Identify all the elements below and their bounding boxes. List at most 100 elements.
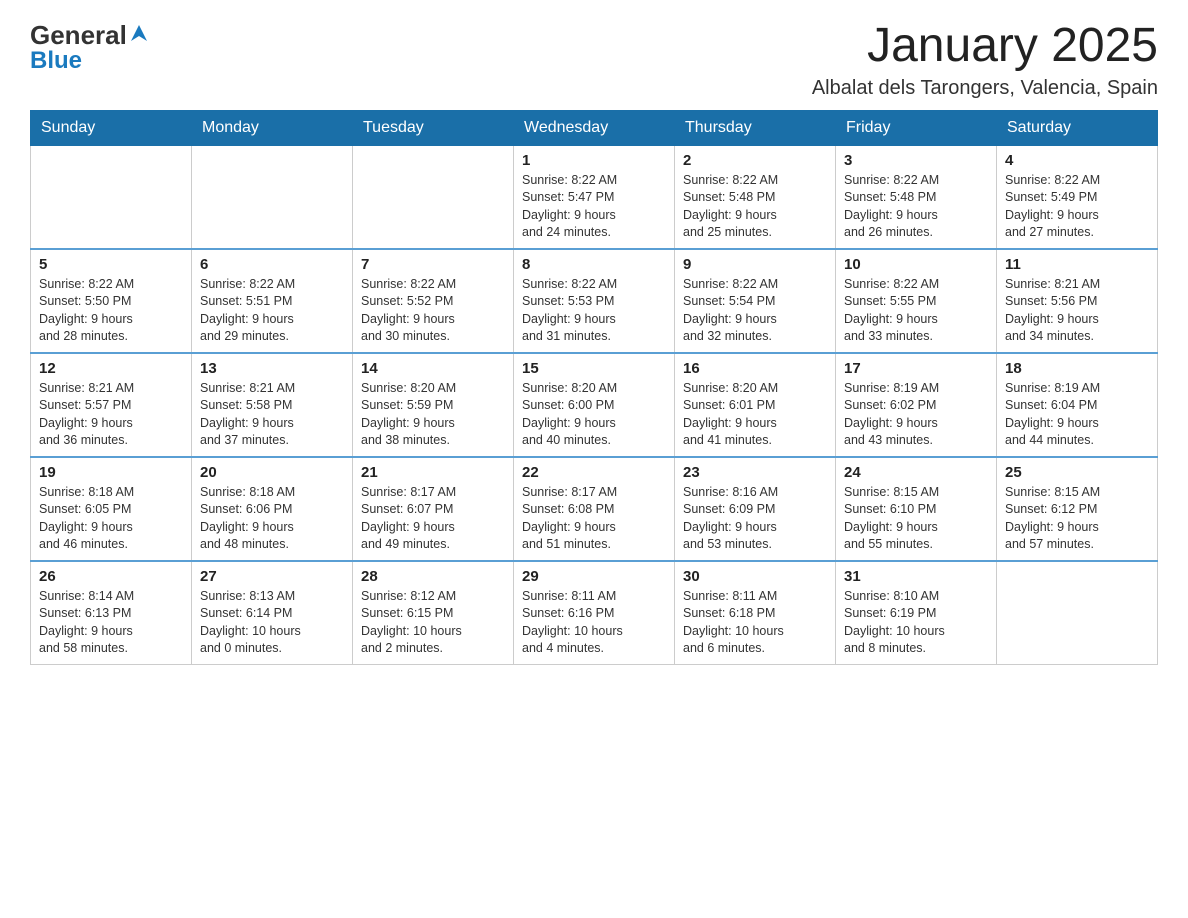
day-number: 5 [39, 256, 183, 273]
day-info: Sunrise: 8:20 AM Sunset: 6:00 PM Dayligh… [522, 381, 617, 448]
day-number: 12 [39, 360, 183, 377]
day-number: 10 [844, 256, 988, 273]
day-info: Sunrise: 8:11 AM Sunset: 6:18 PM Dayligh… [683, 589, 784, 656]
day-number: 13 [200, 360, 344, 377]
day-info: Sunrise: 8:20 AM Sunset: 5:59 PM Dayligh… [361, 381, 456, 448]
day-info: Sunrise: 8:12 AM Sunset: 6:15 PM Dayligh… [361, 589, 462, 656]
calendar-day-cell [31, 145, 192, 249]
day-info: Sunrise: 8:20 AM Sunset: 6:01 PM Dayligh… [683, 381, 778, 448]
calendar-day-cell: 1 Sunrise: 8:22 AM Sunset: 5:47 PM Daylig… [514, 145, 675, 249]
day-number: 24 [844, 464, 988, 481]
calendar-week-row: 5 Sunrise: 8:22 AM Sunset: 5:50 PM Daylig… [31, 249, 1158, 353]
day-info: Sunrise: 8:19 AM Sunset: 6:04 PM Dayligh… [1005, 381, 1100, 448]
calendar-day-cell [192, 145, 353, 249]
day-info: Sunrise: 8:22 AM Sunset: 5:49 PM Dayligh… [1005, 173, 1100, 240]
calendar-day-header: Friday [836, 110, 997, 145]
calendar-day-cell: 3Sunrise: 8:22 AM Sunset: 5:48 PM Daylig… [836, 145, 997, 249]
calendar-day-cell: 23 Sunrise: 8:16 AM Sunset: 6:09 PM Dayli… [675, 457, 836, 561]
calendar-day-cell: 11 Sunrise: 8:21 AM Sunset: 5:56 PM Dayli… [997, 249, 1158, 353]
calendar-day-cell [997, 561, 1158, 665]
calendar-day-cell: 4Sunrise: 8:22 AM Sunset: 5:49 PM Daylig… [997, 145, 1158, 249]
calendar-day-cell: 7 Sunrise: 8:22 AM Sunset: 5:52 PM Daylig… [353, 249, 514, 353]
day-info: Sunrise: 8:22 AM Sunset: 5:48 PM Dayligh… [844, 173, 939, 240]
day-number: 30 [683, 568, 827, 585]
calendar-day-cell: 10Sunrise: 8:22 AM Sunset: 5:55 PM Dayli… [836, 249, 997, 353]
day-info: Sunrise: 8:22 AM Sunset: 5:51 PM Dayligh… [200, 277, 295, 344]
day-number: 7 [361, 256, 505, 273]
calendar-day-cell: 9 Sunrise: 8:22 AM Sunset: 5:54 PM Daylig… [675, 249, 836, 353]
day-number: 27 [200, 568, 344, 585]
calendar-week-row: 26 Sunrise: 8:14 AM Sunset: 6:13 PM Dayli… [31, 561, 1158, 665]
calendar-week-row: 12 Sunrise: 8:21 AM Sunset: 5:57 PM Dayli… [31, 353, 1158, 457]
calendar-day-cell [353, 145, 514, 249]
calendar-day-cell: 25 Sunrise: 8:15 AM Sunset: 6:12 PM Dayli… [997, 457, 1158, 561]
logo: General Blue [30, 20, 150, 75]
day-info: Sunrise: 8:18 AM Sunset: 6:06 PM Dayligh… [200, 485, 295, 552]
calendar-day-cell: 8Sunrise: 8:22 AM Sunset: 5:53 PM Daylig… [514, 249, 675, 353]
calendar-day-header: Saturday [997, 110, 1158, 145]
calendar-day-header: Tuesday [353, 110, 514, 145]
day-info: Sunrise: 8:22 AM Sunset: 5:52 PM Dayligh… [361, 277, 456, 344]
day-info: Sunrise: 8:19 AM Sunset: 6:02 PM Dayligh… [844, 381, 939, 448]
day-info: Sunrise: 8:21 AM Sunset: 5:58 PM Dayligh… [200, 381, 295, 448]
day-number: 1 [522, 152, 666, 169]
calendar-day-cell: 18 Sunrise: 8:19 AM Sunset: 6:04 PM Dayli… [997, 353, 1158, 457]
day-number: 22 [522, 464, 666, 481]
calendar-day-cell: 28 Sunrise: 8:12 AM Sunset: 6:15 PM Dayli… [353, 561, 514, 665]
day-info: Sunrise: 8:16 AM Sunset: 6:09 PM Dayligh… [683, 485, 778, 552]
day-info: Sunrise: 8:17 AM Sunset: 6:08 PM Dayligh… [522, 485, 617, 552]
calendar-header-row: SundayMondayTuesdayWednesdayThursdayFrid… [31, 110, 1158, 145]
day-number: 19 [39, 464, 183, 481]
calendar-day-cell: 19 Sunrise: 8:18 AM Sunset: 6:05 PM Dayli… [31, 457, 192, 561]
calendar-day-cell: 27 Sunrise: 8:13 AM Sunset: 6:14 PM Dayli… [192, 561, 353, 665]
day-info: Sunrise: 8:22 AM Sunset: 5:47 PM Dayligh… [522, 173, 617, 240]
day-number: 18 [1005, 360, 1149, 377]
day-info: Sunrise: 8:22 AM Sunset: 5:54 PM Dayligh… [683, 277, 778, 344]
calendar-day-header: Monday [192, 110, 353, 145]
day-number: 26 [39, 568, 183, 585]
day-number: 8 [522, 256, 666, 273]
calendar-day-header: Thursday [675, 110, 836, 145]
day-info: Sunrise: 8:22 AM Sunset: 5:48 PM Dayligh… [683, 173, 778, 240]
day-number: 2 [683, 152, 827, 169]
calendar-day-cell: 22 Sunrise: 8:17 AM Sunset: 6:08 PM Dayli… [514, 457, 675, 561]
day-number: 28 [361, 568, 505, 585]
day-number: 23 [683, 464, 827, 481]
day-number: 31 [844, 568, 988, 585]
calendar-day-cell: 21Sunrise: 8:17 AM Sunset: 6:07 PM Dayli… [353, 457, 514, 561]
calendar-week-row: 19 Sunrise: 8:18 AM Sunset: 6:05 PM Dayli… [31, 457, 1158, 561]
calendar-day-cell: 12 Sunrise: 8:21 AM Sunset: 5:57 PM Dayli… [31, 353, 192, 457]
day-number: 15 [522, 360, 666, 377]
calendar-day-cell: 5 Sunrise: 8:22 AM Sunset: 5:50 PM Daylig… [31, 249, 192, 353]
calendar-day-cell: 2 Sunrise: 8:22 AM Sunset: 5:48 PM Daylig… [675, 145, 836, 249]
day-info: Sunrise: 8:14 AM Sunset: 6:13 PM Dayligh… [39, 589, 134, 656]
day-number: 6 [200, 256, 344, 273]
calendar-table: SundayMondayTuesdayWednesdayThursdayFrid… [30, 110, 1158, 665]
calendar-day-cell: 16Sunrise: 8:20 AM Sunset: 6:01 PM Dayli… [675, 353, 836, 457]
calendar-day-cell: 13 Sunrise: 8:21 AM Sunset: 5:58 PM Dayli… [192, 353, 353, 457]
main-title: January 2025 [812, 20, 1158, 73]
page-header: General Blue January 2025 Albalat dels T… [30, 20, 1158, 100]
day-info: Sunrise: 8:21 AM Sunset: 5:56 PM Dayligh… [1005, 277, 1100, 344]
day-info: Sunrise: 8:17 AM Sunset: 6:07 PM Dayligh… [361, 485, 456, 552]
day-info: Sunrise: 8:18 AM Sunset: 6:05 PM Dayligh… [39, 485, 134, 552]
day-number: 25 [1005, 464, 1149, 481]
day-info: Sunrise: 8:13 AM Sunset: 6:14 PM Dayligh… [200, 589, 301, 656]
calendar-week-row: 1 Sunrise: 8:22 AM Sunset: 5:47 PM Daylig… [31, 145, 1158, 249]
day-number: 9 [683, 256, 827, 273]
calendar-day-cell: 31 Sunrise: 8:10 AM Sunset: 6:19 PM Dayli… [836, 561, 997, 665]
day-info: Sunrise: 8:15 AM Sunset: 6:12 PM Dayligh… [1005, 485, 1100, 552]
day-number: 11 [1005, 256, 1149, 273]
calendar-day-header: Sunday [31, 110, 192, 145]
logo-blue-text: Blue [30, 47, 82, 75]
day-info: Sunrise: 8:15 AM Sunset: 6:10 PM Dayligh… [844, 485, 939, 552]
day-number: 29 [522, 568, 666, 585]
calendar-day-cell: 17Sunrise: 8:19 AM Sunset: 6:02 PM Dayli… [836, 353, 997, 457]
calendar-day-cell: 30 Sunrise: 8:11 AM Sunset: 6:18 PM Dayli… [675, 561, 836, 665]
day-info: Sunrise: 8:21 AM Sunset: 5:57 PM Dayligh… [39, 381, 134, 448]
day-info: Sunrise: 8:10 AM Sunset: 6:19 PM Dayligh… [844, 589, 945, 656]
calendar-day-cell: 24 Sunrise: 8:15 AM Sunset: 6:10 PM Dayli… [836, 457, 997, 561]
title-section: January 2025 Albalat dels Tarongers, Val… [812, 20, 1158, 100]
day-info: Sunrise: 8:22 AM Sunset: 5:50 PM Dayligh… [39, 277, 134, 344]
calendar-day-cell: 14Sunrise: 8:20 AM Sunset: 5:59 PM Dayli… [353, 353, 514, 457]
